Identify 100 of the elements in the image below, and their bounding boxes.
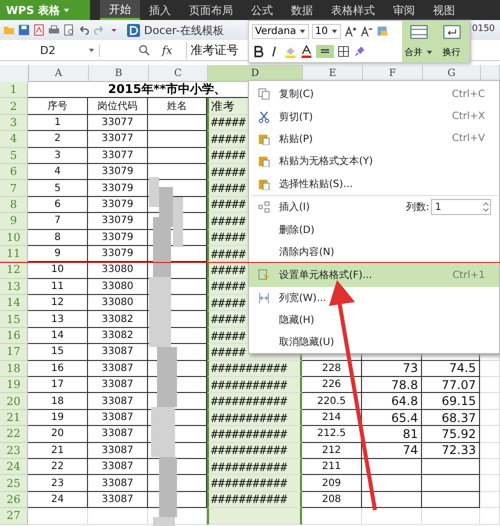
font-size-select[interactable]: 10 (312, 24, 341, 38)
column-header[interactable]: A (29, 65, 89, 82)
ribbon-tab[interactable]: 插入 (140, 0, 180, 20)
table-cell (480, 508, 500, 525)
save-icon[interactable] (18, 24, 30, 36)
row-header[interactable]: 20 (0, 393, 28, 410)
table-cell: 33087 (88, 442, 148, 459)
row-header[interactable]: 12 (0, 262, 28, 279)
ribbon-tab[interactable]: 视图 (424, 0, 464, 20)
table-cell: 33077 (88, 131, 148, 148)
row-header[interactable]: 4 (0, 131, 28, 148)
bold-icon[interactable] (252, 44, 265, 58)
row-header[interactable]: 21 (0, 410, 28, 426)
table-cell: 33079 (88, 180, 148, 197)
table-cell: ########### (207, 393, 302, 410)
grow-font-icon[interactable] (344, 24, 357, 38)
row-header[interactable]: 27 (0, 508, 28, 525)
row-header[interactable]: 26 (0, 492, 28, 508)
row-header[interactable]: 1 (0, 82, 28, 98)
table-cell: ########### (207, 410, 302, 426)
merge-button[interactable]: 合并 (402, 21, 435, 62)
row-header[interactable]: 17 (0, 344, 28, 361)
search-icon[interactable] (138, 44, 150, 56)
ribbon-tab[interactable]: 开始 (100, 0, 140, 20)
table-cell (362, 492, 422, 508)
row-header[interactable]: 18 (0, 360, 28, 378)
row-header[interactable]: 24 (0, 458, 28, 476)
row-header[interactable]: 14 (0, 295, 28, 312)
table-cell: 226 (302, 377, 362, 394)
font-select[interactable]: Verdana (252, 24, 310, 38)
table-cell: 33087 (88, 458, 148, 476)
wrap-text-button[interactable]: 换行 (435, 21, 468, 62)
table-cell: 序号 (28, 98, 88, 115)
column-header[interactable]: C (149, 65, 208, 82)
table-cell: 33077 (88, 148, 148, 164)
template-button[interactable]: Docer-在线模板 (127, 22, 224, 38)
row-header[interactable]: 23 (0, 442, 28, 459)
table-cell (480, 393, 500, 410)
table-cell: 15 (28, 344, 88, 361)
caret-icon (62, 6, 70, 14)
column-header[interactable]: D (208, 65, 303, 82)
fill-color-icon[interactable] (284, 44, 297, 58)
ribbon-tab[interactable]: 页面布局 (180, 0, 242, 20)
table-cell: 5 (28, 180, 88, 197)
font-color-icon[interactable] (300, 44, 313, 58)
row-header[interactable]: 11 (0, 246, 28, 262)
row-header[interactable]: 15 (0, 311, 28, 328)
shrink-font-icon[interactable] (360, 24, 373, 38)
pdf-icon[interactable] (33, 24, 45, 36)
scissors-icon (258, 110, 270, 123)
row-header[interactable]: 9 (0, 213, 28, 230)
table-cell: 22 (28, 458, 88, 476)
table-cell (422, 492, 480, 508)
table-cell (362, 508, 422, 525)
copy-icon (258, 88, 270, 100)
ribbon-tab[interactable]: 公式 (242, 0, 282, 20)
brush-icon[interactable] (353, 44, 366, 58)
print-icon[interactable] (48, 24, 60, 36)
menu-item[interactable]: 设置单元格格式(F)... Ctrl+1 (249, 264, 499, 287)
row-header[interactable]: 22 (0, 426, 28, 443)
column-header[interactable]: B (89, 65, 149, 82)
row-header[interactable]: 5 (0, 148, 28, 164)
table-cell: 69.15 (422, 393, 480, 410)
table-cell: 6 (28, 196, 88, 214)
row-header[interactable]: 8 (0, 196, 28, 214)
app-menu-button[interactable]: WPS 表格 (0, 0, 90, 20)
row-header[interactable]: 3 (0, 114, 28, 132)
table-cell (480, 475, 500, 492)
formula-field[interactable]: 准考证号 (186, 42, 242, 58)
align-center-icon[interactable] (316, 44, 334, 58)
table-cell: 33079 (88, 164, 148, 180)
row-header[interactable]: 16 (0, 328, 28, 344)
table-cell: ########### (207, 458, 302, 476)
row-header[interactable]: 7 (0, 180, 28, 197)
row-header[interactable]: 6 (0, 164, 28, 180)
ribbon-tab[interactable]: 审阅 (384, 0, 424, 20)
count-spinner[interactable]: 1 (431, 199, 491, 216)
table-cell: 78.8 (362, 377, 422, 394)
row-header[interactable]: 10 (0, 230, 28, 246)
table-cell: 33087 (88, 393, 148, 410)
row-header[interactable]: 2 (0, 98, 28, 115)
table-cell: 19 (28, 410, 88, 426)
ribbon-tab[interactable]: 表格样式 (322, 0, 384, 20)
table-cell: 20 (28, 426, 88, 443)
table-cell: 33082 (88, 311, 148, 328)
undo-icon[interactable] (78, 24, 90, 36)
row-header[interactable]: 13 (0, 278, 28, 296)
borders-icon[interactable] (337, 44, 350, 58)
ribbon-tab[interactable]: 数据 (282, 0, 322, 20)
function-label[interactable]: fx (162, 44, 172, 56)
name-box[interactable]: D2 (0, 44, 100, 56)
table-cell: 77.07 (422, 377, 480, 394)
preview-icon[interactable] (63, 24, 75, 36)
cell-reference-text: 0150 (472, 24, 495, 34)
row-header[interactable]: 25 (0, 475, 28, 492)
table-cell: 1 (28, 114, 88, 132)
table-cell (88, 508, 148, 525)
row-header[interactable]: 19 (0, 377, 28, 394)
table-cell: 68.37 (422, 410, 480, 426)
caret-icon (88, 46, 95, 54)
